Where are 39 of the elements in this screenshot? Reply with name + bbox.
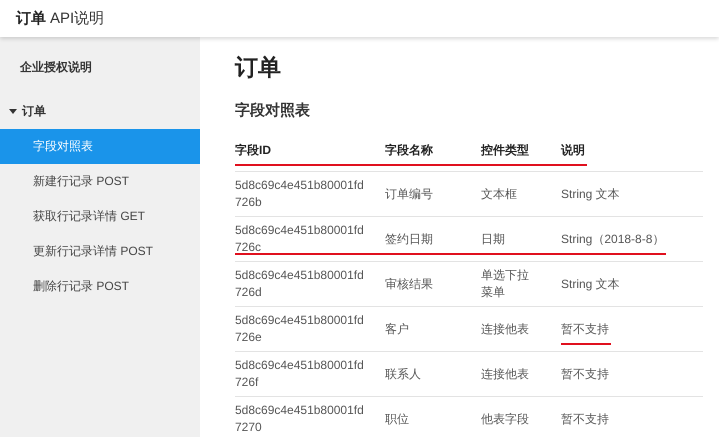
page-title-suffix: API说明 bbox=[50, 9, 104, 28]
page-title: 订单 bbox=[16, 9, 46, 28]
caret-icon bbox=[9, 109, 17, 114]
table-cell-text: 文本框 bbox=[481, 186, 518, 202]
table-cell-text: 5d8c69c4e451b80001fd726c bbox=[235, 222, 365, 256]
table-cell-text: String 文本 bbox=[561, 186, 621, 202]
nav-group[interactable]: 订单 bbox=[0, 95, 200, 129]
section-heading: 字段对照表 bbox=[235, 101, 311, 120]
table-cell-text: 5d8c69c4e451b80001fd726b bbox=[235, 177, 365, 211]
table-cell-text: 暂不支持 bbox=[561, 320, 610, 338]
table-cell-text: 暂不支持 bbox=[561, 366, 610, 382]
table-cell-text: 审核结果 bbox=[385, 276, 434, 292]
column-header: 控件类型 bbox=[481, 142, 530, 159]
nav-item[interactable]: 获取行记录详情 GET bbox=[0, 199, 200, 234]
table-cell-text: 5d8c69c4e451b80001fd726d bbox=[235, 267, 365, 301]
table-cell-text: 职位 bbox=[385, 410, 410, 428]
column-header: 字段名称 bbox=[385, 142, 434, 159]
nav-item[interactable]: 删除行记录 POST bbox=[0, 269, 200, 304]
table-cell-text: 签约日期 bbox=[385, 230, 434, 248]
table-cell-text: 他表字段 bbox=[481, 410, 530, 428]
table-cell-text: 连接他表 bbox=[481, 320, 530, 338]
table-cell-text: 客户 bbox=[385, 320, 410, 338]
table-cell-text: 5d8c69c4e451b80001fd726f bbox=[235, 357, 365, 391]
table-cell-text: 连接他表 bbox=[481, 366, 530, 382]
table-cell-text: 单选下拉菜单 bbox=[481, 267, 530, 301]
table-cell-text: 订单编号 bbox=[385, 186, 434, 202]
table-cell-text: 5d8c69c4e451b80001fd7270 bbox=[235, 402, 365, 436]
column-header: 字段ID bbox=[235, 142, 272, 159]
nav-item[interactable]: 新建行记录 POST bbox=[0, 164, 200, 199]
column-header: 说明 bbox=[561, 142, 586, 159]
table-cell-text: 暂不支持 bbox=[561, 410, 610, 428]
table-cell-text: String 文本 bbox=[561, 276, 621, 292]
table-cell-text: 联系人 bbox=[385, 366, 422, 382]
nav-section[interactable]: 企业授权说明 bbox=[0, 49, 200, 86]
page-heading: 订单 bbox=[235, 53, 282, 82]
table-cell-text: 5d8c69c4e451b80001fd726e bbox=[235, 312, 365, 346]
table-cell-text: 日期 bbox=[481, 230, 506, 248]
table-cell-text: String（2018-8-8） bbox=[561, 230, 666, 248]
nav-item[interactable]: 更新行记录详情 POST bbox=[0, 234, 200, 269]
